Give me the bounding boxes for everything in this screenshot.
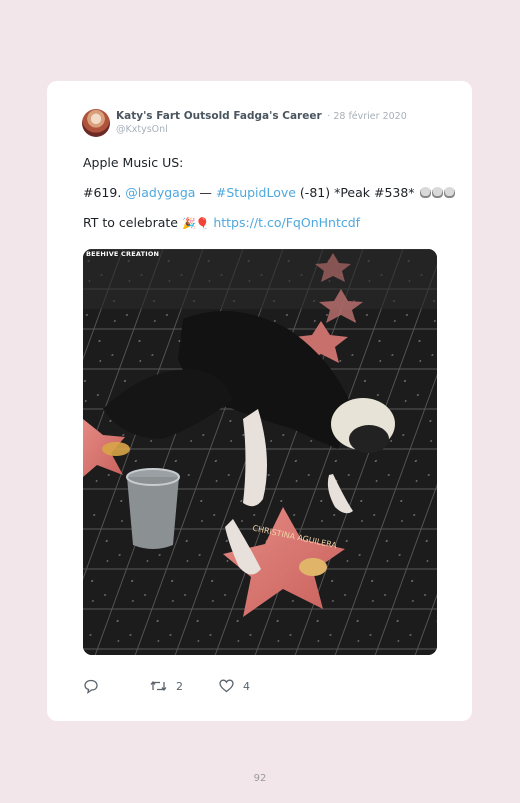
retweet-button[interactable]: 2 bbox=[150, 679, 183, 693]
walk-of-fame-photo: CHRISTINA AGUILERA bbox=[83, 249, 437, 655]
tweet-card: Katy's Fart Outsold Fadga's Career · 28 … bbox=[47, 81, 472, 721]
dash-text: — bbox=[195, 185, 216, 200]
mention-link[interactable]: @ladygaga bbox=[125, 185, 195, 200]
like-icon bbox=[219, 679, 234, 693]
display-name-text[interactable]: Katy's Fart Outsold Fadga's Career bbox=[116, 110, 322, 122]
reply-icon bbox=[84, 679, 98, 694]
retweet-icon bbox=[150, 680, 167, 692]
skull-icon bbox=[443, 187, 455, 198]
tweet-link[interactable]: https://t.co/FqOnHntcdf bbox=[213, 215, 360, 230]
image-watermark: BEEHIVE CREATION bbox=[86, 250, 160, 258]
tweet-text-line-3: RT to celebrate 🎉🎈 https://t.co/FqOnHntc… bbox=[83, 215, 360, 230]
skull-icon bbox=[431, 187, 443, 198]
avatar[interactable] bbox=[82, 109, 110, 137]
tweet-text-line-1: Apple Music US: bbox=[83, 155, 184, 170]
tweet-actions: 2 4 bbox=[83, 679, 443, 695]
tweet-media-image[interactable]: CHRISTINA AGUILERA BEEHIVE CREATION bbox=[83, 249, 437, 655]
user-handle[interactable]: @KxtysOnl bbox=[116, 124, 168, 135]
hashtag-link[interactable]: #StupidLove bbox=[216, 185, 296, 200]
skull-icon bbox=[419, 187, 431, 198]
celebrate-text: RT to celebrate bbox=[83, 215, 182, 230]
display-name[interactable]: Katy's Fart Outsold Fadga's Career · 28 … bbox=[116, 110, 407, 122]
retweet-count: 2 bbox=[176, 679, 183, 693]
like-count: 4 bbox=[243, 679, 250, 693]
like-button[interactable]: 4 bbox=[219, 679, 250, 693]
post-date: · 28 février 2020 bbox=[327, 111, 407, 122]
party-emoji: 🎉🎈 bbox=[181, 217, 210, 230]
reply-button[interactable] bbox=[83, 679, 99, 694]
tweet-text-line-2: #619. @ladygaga — #StupidLove (-81) *Pea… bbox=[83, 185, 455, 200]
rank-text: #619. bbox=[83, 185, 126, 200]
page-number: 92 bbox=[253, 773, 267, 784]
peak-text: (-81) *Peak #538* bbox=[295, 185, 419, 200]
